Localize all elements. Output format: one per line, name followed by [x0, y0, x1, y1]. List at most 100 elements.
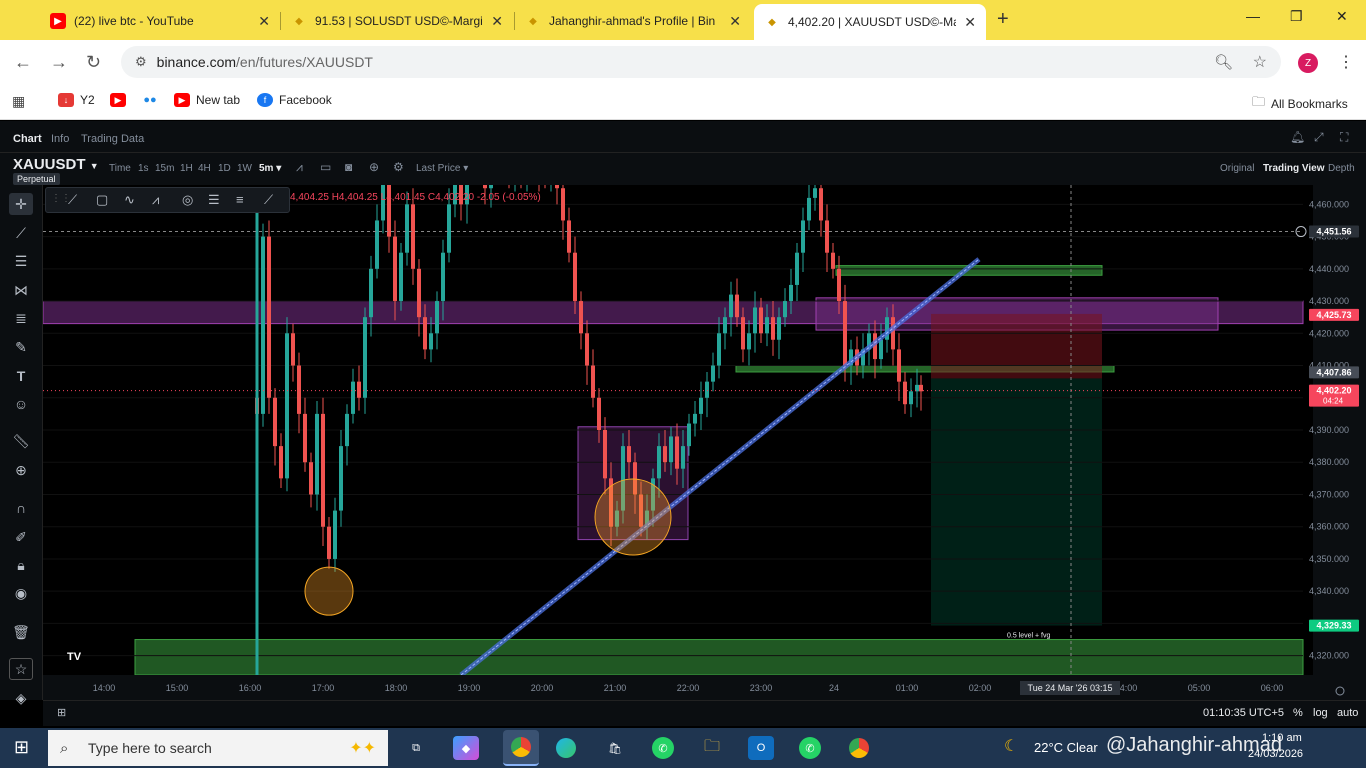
- price-chart[interactable]: 0.5 level + fvg 4,460.0004,450.0004,440.…: [43, 185, 1366, 700]
- site-info-icon[interactable]: ⚙: [135, 54, 147, 70]
- bookmark-chat[interactable]: ●●: [142, 93, 158, 107]
- menu-icon[interactable]: ⋮: [1338, 52, 1354, 72]
- tf-5m[interactable]: 5m ▾: [259, 163, 281, 174]
- rectangle-icon[interactable]: ▢: [96, 192, 108, 208]
- bookmark-y2[interactable]: ↓ Y2: [58, 93, 95, 107]
- price-type-selector[interactable]: Last Price ▾: [416, 163, 468, 174]
- close-icon[interactable]: ✕: [964, 14, 976, 31]
- expand-icon[interactable]: ⤢: [1314, 130, 1324, 145]
- outlook-icon[interactable]: O: [748, 736, 774, 760]
- trendline-icon[interactable]: ⟋: [9, 222, 33, 244]
- tf-1h[interactable]: 1H: [180, 163, 193, 174]
- fib-icon[interactable]: ≣: [9, 307, 33, 329]
- close-icon[interactable]: ✕: [491, 13, 503, 30]
- fib-levels-icon[interactable]: ☰: [208, 192, 220, 208]
- ray-icon[interactable]: ⟋: [264, 192, 273, 208]
- new-tab-button[interactable]: +: [997, 8, 1009, 31]
- tf-time[interactable]: Time: [109, 163, 131, 174]
- view-trading-view[interactable]: Trading View: [1263, 163, 1325, 174]
- tf-4h[interactable]: 4H: [198, 163, 211, 174]
- task-view-icon[interactable]: ⧉: [403, 736, 429, 760]
- address-bar[interactable]: ⚙ binance.com/en/futures/XAUUSDT 🔍︎ ☆: [121, 46, 1281, 78]
- ruler-icon[interactable]: 📏︎: [9, 430, 33, 452]
- edge-icon[interactable]: [553, 736, 579, 760]
- text-icon[interactable]: T: [9, 365, 33, 387]
- view-original[interactable]: Original: [1220, 163, 1254, 174]
- close-icon[interactable]: ✕: [729, 13, 741, 30]
- channel-icon[interactable]: ≡: [236, 192, 244, 207]
- pattern-icon[interactable]: ⋈: [9, 279, 33, 301]
- polyline-icon[interactable]: ⩘: [152, 192, 159, 208]
- path-icon[interactable]: ⟋: [68, 192, 77, 208]
- weather[interactable]: 22°C Clear: [1034, 740, 1098, 755]
- settings-icon[interactable]: ⚙: [393, 160, 404, 174]
- tab-info[interactable]: Info: [51, 133, 69, 145]
- zoom-in-icon[interactable]: ⊕: [9, 459, 33, 481]
- emoji-icon[interactable]: ☺: [9, 393, 33, 415]
- view-depth[interactable]: Depth: [1328, 163, 1355, 174]
- layers-icon[interactable]: ◈: [9, 687, 33, 709]
- copilot-icon[interactable]: ◆: [453, 736, 479, 760]
- reload-icon[interactable]: ↻: [86, 52, 101, 73]
- brush-icon[interactable]: ✎: [9, 336, 33, 358]
- bell-icon[interactable]: 🔔︎: [1290, 130, 1305, 144]
- whatsapp-icon[interactable]: ✆: [797, 736, 823, 760]
- highlight-circle[interactable]: [594, 478, 672, 556]
- close-icon[interactable]: ✕: [258, 13, 270, 30]
- star-icon[interactable]: ☆: [1253, 52, 1267, 72]
- forward-icon[interactable]: →: [50, 52, 68, 73]
- store-icon[interactable]: 🛍︎: [602, 736, 628, 760]
- log-toggle[interactable]: log: [1313, 707, 1328, 719]
- system-date[interactable]: 24/03/2026: [1248, 748, 1303, 760]
- magnet-icon[interactable]: ∩: [9, 497, 33, 519]
- taskbar-search[interactable]: ⌕ Type here to search ✦✦: [48, 730, 388, 766]
- camera-icon[interactable]: ◙: [345, 160, 352, 174]
- date-range-icon[interactable]: ⊞: [57, 706, 66, 719]
- chrome-icon[interactable]: [503, 730, 539, 766]
- pencil-lock-icon[interactable]: ✐: [9, 526, 33, 548]
- zoom-icon[interactable]: 🔍︎: [1214, 53, 1233, 71]
- horizontal-lines-icon[interactable]: ☰: [9, 250, 33, 272]
- tf-1w[interactable]: 1W: [237, 163, 252, 174]
- auto-toggle[interactable]: auto: [1337, 707, 1358, 719]
- windows-start-icon[interactable]: ⊞: [14, 737, 29, 758]
- bookmark-youtube[interactable]: ▶: [110, 93, 126, 107]
- tab-chart[interactable]: Chart: [13, 133, 42, 145]
- percent-toggle[interactable]: %: [1293, 707, 1303, 719]
- bookmark-facebook[interactable]: f Facebook: [257, 93, 332, 107]
- all-bookmarks[interactable]: 🗀 All Bookmarks: [1252, 93, 1348, 115]
- bookmark-new-tab[interactable]: ▶ New tab: [174, 93, 240, 107]
- apps-icon[interactable]: ▦: [12, 93, 25, 110]
- highlight-circle[interactable]: [304, 566, 354, 616]
- stop-zone[interactable]: [931, 313, 1102, 379]
- tab-trading-data[interactable]: Trading Data: [81, 133, 144, 145]
- demand-zone[interactable]: [134, 639, 1304, 676]
- restore-button[interactable]: ❐: [1290, 8, 1303, 25]
- curve-icon[interactable]: ∿: [124, 192, 135, 208]
- tab-solusdt[interactable]: ◆ 91.53 | SOLUSDT USD©-Margin ✕: [281, 6, 513, 36]
- crosshair-icon[interactable]: ✛: [9, 193, 33, 215]
- indicator-icon[interactable]: ⩘: [296, 160, 303, 175]
- tab-youtube[interactable]: ▶ (22) live btc - YouTube ✕: [40, 6, 280, 36]
- tf-1s[interactable]: 1s: [138, 163, 149, 174]
- file-explorer-icon[interactable]: 🗀: [699, 736, 725, 760]
- trash-icon[interactable]: 🗑︎: [9, 621, 33, 643]
- tf-15m[interactable]: 15m: [155, 163, 174, 174]
- tab-xauusdt[interactable]: ◆ 4,402.20 | XAUUSDT USD©-Ma ✕: [754, 4, 986, 40]
- fullscreen-icon[interactable]: ⛶: [1340, 130, 1348, 145]
- back-icon[interactable]: ←: [14, 52, 32, 73]
- circle-icon[interactable]: ◎: [182, 192, 193, 208]
- tab-profile[interactable]: ◆ Jahanghir-ahmad's Profile | Bin ✕: [515, 6, 751, 36]
- lock-icon[interactable]: 🔒︎: [9, 554, 33, 576]
- close-window-button[interactable]: ✕: [1336, 8, 1348, 25]
- target-zone[interactable]: [931, 378, 1102, 626]
- add-icon[interactable]: ⊕: [369, 160, 379, 174]
- eye-icon[interactable]: ◉: [9, 582, 33, 604]
- minimize-button[interactable]: —: [1246, 8, 1260, 24]
- layout-icon[interactable]: ▭: [320, 160, 331, 174]
- star-icon[interactable]: ☆: [9, 658, 33, 680]
- whatsapp-icon[interactable]: ✆: [650, 736, 676, 760]
- system-time[interactable]: 1:10 am: [1262, 732, 1302, 744]
- symbol-selector[interactable]: XAUUSDT ▼: [13, 156, 99, 173]
- tf-1d[interactable]: 1D: [218, 163, 231, 174]
